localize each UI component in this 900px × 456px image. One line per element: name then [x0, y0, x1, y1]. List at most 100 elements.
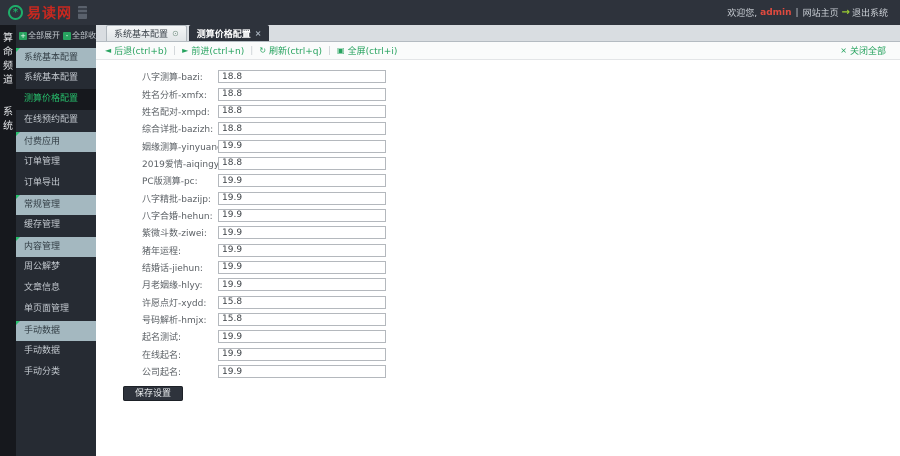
form-label: 姻缘测算-yinyuance:: [142, 142, 231, 153]
sidebar-item[interactable]: 订单管理: [16, 152, 96, 173]
channel-strip-char: 命: [3, 47, 13, 58]
form-label: 在线起名:: [142, 350, 182, 361]
price-input[interactable]: [218, 87, 386, 101]
form-row: 综合详批-bazizh:: [96, 120, 900, 137]
sidebar-section-header[interactable]: 内容管理: [16, 237, 96, 257]
channel-strip-char: 统: [3, 121, 13, 132]
form-row: 公司起名:: [96, 363, 900, 380]
toolbar-separator: |: [250, 45, 254, 56]
price-input[interactable]: [218, 70, 386, 84]
channel-strip-char: 道: [3, 75, 13, 86]
channel-strip-char: 系: [3, 107, 13, 118]
sidebar-item[interactable]: 测算价格配置: [16, 89, 96, 110]
price-input[interactable]: [218, 330, 386, 344]
refresh-icon: ↻: [259, 46, 267, 55]
form-label: 结婚话-jiehun:: [142, 263, 203, 274]
content: 八字测算-bazi: 姓名分析-xmfx: 姓名配对-xmpd: 综合详批-baziz…: [96, 60, 900, 456]
sidebar-item[interactable]: 缓存管理: [16, 215, 96, 236]
form-label: 综合详批-bazizh:: [142, 125, 214, 136]
expand-icon: +: [19, 31, 27, 40]
sidebar-section-header[interactable]: 常规管理: [16, 195, 96, 215]
tab-label: 系统基本配置: [114, 30, 169, 40]
tab[interactable]: 测算价格配置 ×: [188, 25, 270, 41]
form-label: 姓名分析-xmfx:: [142, 90, 207, 101]
topbar-separator: |: [795, 7, 799, 18]
sidebar-item[interactable]: 单页面管理: [16, 299, 96, 320]
save-settings-button[interactable]: 保存设置: [123, 386, 183, 402]
form-label: 八字合婚-hehun:: [142, 211, 213, 222]
price-input[interactable]: [218, 243, 386, 257]
toolbar-fullscreen-button[interactable]: ▣ 全屏(ctrl+i): [337, 44, 397, 57]
price-input[interactable]: [218, 104, 386, 118]
toolbar-link-label: 后退(ctrl+b): [114, 47, 168, 57]
price-input[interactable]: [218, 122, 386, 136]
form-label: 月老姻缘-hlyy:: [142, 281, 203, 292]
price-input[interactable]: [218, 347, 386, 361]
price-input[interactable]: [218, 174, 386, 188]
expand-all-button[interactable]: + 全部展开: [19, 30, 60, 41]
price-input[interactable]: [218, 260, 386, 274]
tab-status-icon[interactable]: ⊙: [172, 29, 179, 38]
toolbar-separator: |: [328, 45, 332, 56]
sidebar-item[interactable]: 在线预约配置: [16, 110, 96, 131]
form-label: 许愿点灯-xydd:: [142, 298, 207, 309]
form-row: 姓名配对-xmpd:: [96, 103, 900, 120]
toolbar-forward-button[interactable]: ► 前进(ctrl+n): [182, 44, 244, 57]
form-label: 八字精批-bazijp:: [142, 194, 211, 205]
tab[interactable]: 系统基本配置 ⊙: [106, 25, 187, 41]
price-input[interactable]: [218, 312, 386, 326]
price-input[interactable]: [218, 295, 386, 309]
site-home-link[interactable]: 网站主页: [803, 6, 839, 19]
channel-strip-gap: [0, 88, 16, 106]
form-label: 猪年运程:: [142, 246, 182, 257]
form-row: 2019爱情-aiqingyun:: [96, 155, 900, 172]
sidebar: + 全部展开 - 全部收起 系统基本配置 系统基本配置 测算价格配置 在线预约配置 付费…: [16, 25, 104, 456]
sidebar-section-header[interactable]: 付费应用: [16, 132, 96, 152]
sidebar-item[interactable]: 周公解梦: [16, 257, 96, 278]
username: admin: [760, 7, 792, 18]
fullscreen-icon: ▣: [337, 46, 345, 55]
form-row: 起名测试:: [96, 328, 900, 345]
sidebar-item[interactable]: 手动分类: [16, 362, 96, 383]
form-row: 许愿点灯-xydd:: [96, 293, 900, 310]
tab-close-icon[interactable]: ×: [255, 29, 262, 38]
back-arrow-icon: ◄: [105, 46, 112, 55]
toolbar-refresh-button[interactable]: ↻ 刷新(ctrl+q): [259, 44, 322, 57]
toolbar-link-label: 前进(ctrl+n): [191, 47, 245, 57]
price-input[interactable]: [218, 226, 386, 240]
toolbar: ◄ 后退(ctrl+b) | ► 前进(ctrl+n) | ↻ 刷新(ctrl+q) | ▣ 全屏(…: [96, 42, 900, 60]
sidebar-item[interactable]: 手动数据: [16, 341, 96, 362]
welcome-text: 欢迎您,: [727, 9, 758, 19]
sidebar-section-header[interactable]: 系统基本配置: [16, 48, 96, 68]
form-label: PC版测算-pc:: [142, 177, 198, 188]
sidebar-item[interactable]: 系统基本配置: [16, 68, 96, 89]
logout-button[interactable]: → 退出系统: [842, 6, 888, 19]
logo-badge-icon: [78, 6, 87, 19]
price-input[interactable]: [218, 139, 386, 153]
logout-arrow-icon: →: [841, 7, 850, 18]
price-input[interactable]: [218, 156, 386, 170]
logo-circle-icon: *: [8, 5, 23, 20]
price-input[interactable]: [218, 365, 386, 379]
tab-label: 测算价格配置: [196, 30, 251, 40]
close-all-label: 关闭全部: [849, 47, 886, 57]
form-row: 姓名分析-xmfx:: [96, 85, 900, 102]
form-row: 结婚话-jiehun:: [96, 259, 900, 276]
toolbar-separator: |: [173, 45, 177, 56]
price-form: 八字测算-bazi: 姓名分析-xmfx: 姓名配对-xmpd: 综合详批-baziz…: [96, 68, 900, 380]
sidebar-section-header[interactable]: 手动数据: [16, 321, 96, 341]
price-input[interactable]: [218, 191, 386, 205]
sidebar-item[interactable]: 订单导出: [16, 173, 96, 194]
price-input[interactable]: [218, 208, 386, 222]
sidebar-item[interactable]: 文章信息: [16, 278, 96, 299]
sidebar-menu: 系统基本配置 系统基本配置 测算价格配置 在线预约配置 付费应用 订单管理 订单导出 常规管理…: [16, 47, 96, 383]
toolbar-links: ◄ 后退(ctrl+b) | ► 前进(ctrl+n) | ↻ 刷新(ctrl+q) | ▣ 全屏(…: [105, 44, 397, 58]
close-all-button[interactable]: × 关闭全部: [840, 44, 886, 57]
tabbar: 系统基本配置 ⊙ 测算价格配置 ×: [96, 25, 900, 42]
topbar: * 易读网 欢迎您, admin | 网站主页 → 退出系统: [0, 0, 900, 25]
collapse-icon: -: [63, 31, 71, 40]
logout-label: 退出系统: [851, 9, 888, 19]
layout: 算命频道系统 + 全部展开 - 全部收起 系统基本配置 系统基本配置 测算价格配置在…: [0, 25, 900, 456]
toolbar-back-button[interactable]: ◄ 后退(ctrl+b): [105, 44, 167, 57]
price-input[interactable]: [218, 278, 386, 292]
